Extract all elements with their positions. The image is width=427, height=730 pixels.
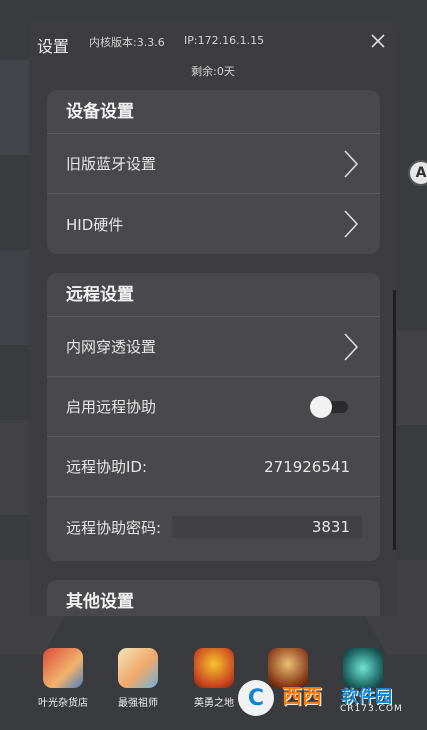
bluetooth-settings-label: 旧版蓝牙设置 [66,155,157,173]
remote-assist-password-field[interactable]: 3831 [172,516,362,538]
hero-game-icon [194,648,234,688]
remote-assist-password-label: 远程协助密码: [66,518,162,537]
enable-remote-assist-row: 启用远程协助 [47,377,380,437]
remote-assist-id-label: 远程协助ID: [66,458,148,476]
remote-assist-id-row: 远程协助ID: 271926541 [47,437,380,497]
device-settings-title: 设备设置 [47,90,380,134]
device-settings-card: 设备设置 旧版蓝牙设置 HID硬件 [47,90,380,254]
chevron-right-icon [344,210,359,238]
remote-assist-password-row: 远程协助密码: 3831 [47,497,380,557]
remote-settings-card: 远程设置 内网穿透设置 启用远程协助 远程协助ID: 271926541 远程协… [47,273,380,561]
enable-remote-assist-label: 启用远程协助 [66,398,157,416]
ip-address: IP:172.16.1.15 [184,34,265,47]
avengers-icon[interactable]: A [408,160,427,186]
other-settings-card: 其他设置 [47,580,380,616]
dialog-title: 设置 [37,37,70,56]
watermark-brand: 西西 [282,684,322,708]
dock-app-grocery[interactable]: 叶光杂货店 [28,648,98,709]
close-icon[interactable] [369,32,387,50]
remote-assist-toggle[interactable] [310,396,350,418]
remote-assist-id-value: 271926541 [264,457,350,476]
app-label: 叶光杂货店 [38,698,88,709]
other-settings-title: 其他设置 [66,592,134,612]
settings-dialog: 设置 内核版本:3.3.6 IP:172.16.1.15 剩余:0天 设备设置 … [29,22,397,616]
site-watermark: C 西西 软件园 CR173.COM [238,676,408,720]
intranet-penetration-label: 内网穿透设置 [66,338,157,356]
grocery-app-icon [43,648,83,688]
remote-settings-title: 远程设置 [47,273,380,317]
app-label: 最强祖师 [118,698,158,709]
hid-hardware-label: HID硬件 [66,215,124,234]
settings-scroll-area[interactable]: 设备设置 旧版蓝牙设置 HID硬件 远程设置 内网穿透设置 启用远程协助 远程协… [29,90,397,616]
watermark-logo-icon: C [238,680,274,716]
anime-app-icon [118,648,158,688]
kernel-version: 内核版本:3.3.6 [89,36,165,49]
watermark-url: CR173.COM [340,704,403,714]
hid-hardware-row[interactable]: HID硬件 [47,194,380,254]
dock-app-master[interactable]: 最强祖师 [103,648,173,709]
scrollbar[interactable] [393,290,396,550]
chevron-right-icon [344,333,359,361]
bluetooth-settings-row[interactable]: 旧版蓝牙设置 [47,134,380,194]
remaining-days: 剩余:0天 [191,65,235,78]
chevron-right-icon [344,150,359,178]
intranet-penetration-row[interactable]: 内网穿透设置 [47,317,380,377]
